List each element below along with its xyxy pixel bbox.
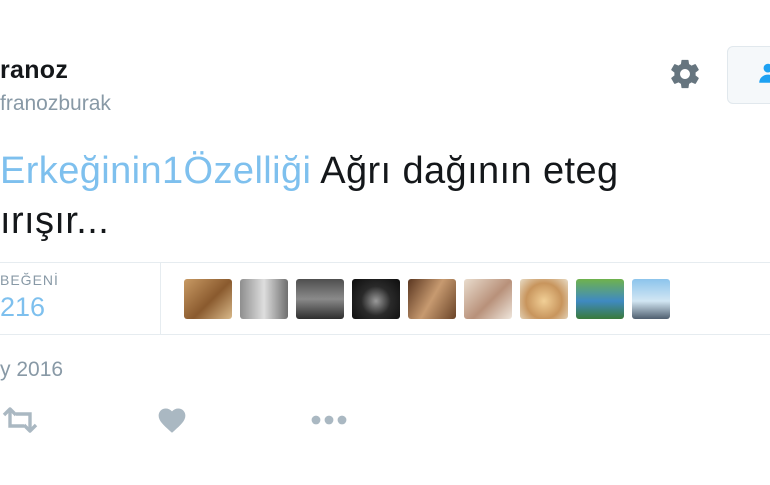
- tweet-text-rest: Ağrı dağının eteg: [311, 150, 619, 192]
- avatar[interactable]: [464, 279, 512, 319]
- hashtag-link[interactable]: Erkeğinin1Özelliği: [0, 150, 311, 192]
- liker-avatars: [184, 279, 670, 319]
- avatar[interactable]: [352, 279, 400, 319]
- likes-count[interactable]: 216: [0, 292, 45, 323]
- display-name[interactable]: ranoz: [0, 56, 68, 85]
- like-button[interactable]: [156, 406, 188, 438]
- tweet-date[interactable]: y 2016: [0, 358, 63, 382]
- stats-separator: [160, 262, 161, 334]
- stats-divider-top: [0, 262, 770, 263]
- likes-label: BEĞENİ: [0, 272, 59, 288]
- more-dots-icon: [308, 406, 350, 439]
- follow-button[interactable]: [727, 46, 770, 104]
- avatar[interactable]: [520, 279, 568, 319]
- avatar[interactable]: [632, 279, 670, 319]
- avatar[interactable]: [408, 279, 456, 319]
- tweet-line-1: Erkeğinin1Özelliği Ağrı dağının eteg: [0, 146, 770, 196]
- avatar[interactable]: [576, 279, 624, 319]
- avatar[interactable]: [184, 279, 232, 319]
- retweet-button[interactable]: [0, 406, 40, 438]
- settings-button[interactable]: [664, 55, 706, 97]
- gear-icon: [668, 57, 702, 96]
- retweet-icon: [0, 406, 40, 439]
- more-button[interactable]: [308, 406, 350, 438]
- stats-divider-bottom: [0, 334, 770, 335]
- follow-user-icon: [756, 60, 770, 91]
- avatar[interactable]: [296, 279, 344, 319]
- tweet-text: Erkeğinin1Özelliği Ağrı dağının eteg ırı…: [0, 146, 770, 246]
- tweet-page: ranoz franozburak Erkeğinin1Özelliği Ağr…: [0, 0, 770, 485]
- tweet-line-2: ırışır...: [0, 200, 110, 242]
- user-handle[interactable]: franozburak: [0, 92, 111, 116]
- avatar[interactable]: [240, 279, 288, 319]
- heart-icon: [156, 406, 188, 439]
